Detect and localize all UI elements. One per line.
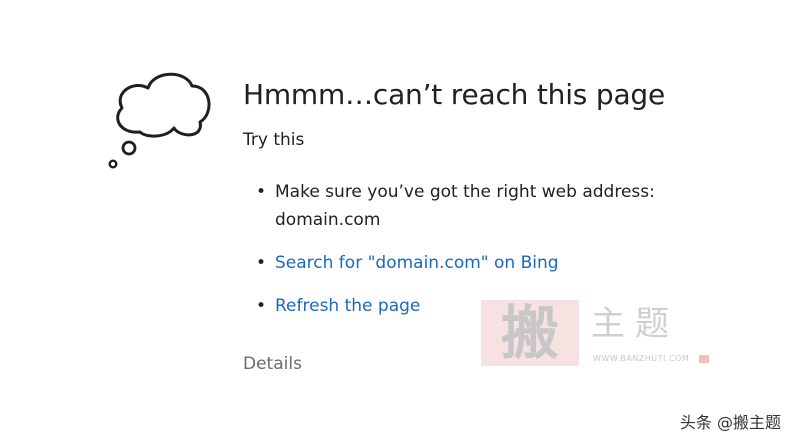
bullet: • <box>256 182 267 202</box>
watermark-url: WWW.BANZHUTI.COM <box>593 354 690 363</box>
source-credit: 头条 @搬主题 <box>679 413 781 432</box>
watermark: 搬 主题 WWW.BANZHUTI.COM <box>481 300 711 372</box>
bullet: • <box>256 253 267 273</box>
refresh-page-link[interactable]: Refresh the page <box>275 296 420 316</box>
suggestion-search-bing: • Search for "domain.com" on Bing <box>243 249 763 277</box>
search-bing-link[interactable]: Search for "domain.com" on Bing <box>275 253 559 273</box>
suggestion-check-address-text: Make sure you’ve got the right web addre… <box>275 182 655 230</box>
watermark-brand: 主题 <box>591 304 679 344</box>
watermark-accent <box>699 355 709 363</box>
bullet: • <box>256 296 267 316</box>
suggestion-check-address: • Make sure you’ve got the right web add… <box>243 178 763 234</box>
page-title: Hmmm…can’t reach this page <box>243 78 666 111</box>
thought-cloud-icon <box>108 72 211 169</box>
watermark-seal-char: 搬 <box>500 299 559 367</box>
try-this-heading: Try this <box>243 130 305 150</box>
